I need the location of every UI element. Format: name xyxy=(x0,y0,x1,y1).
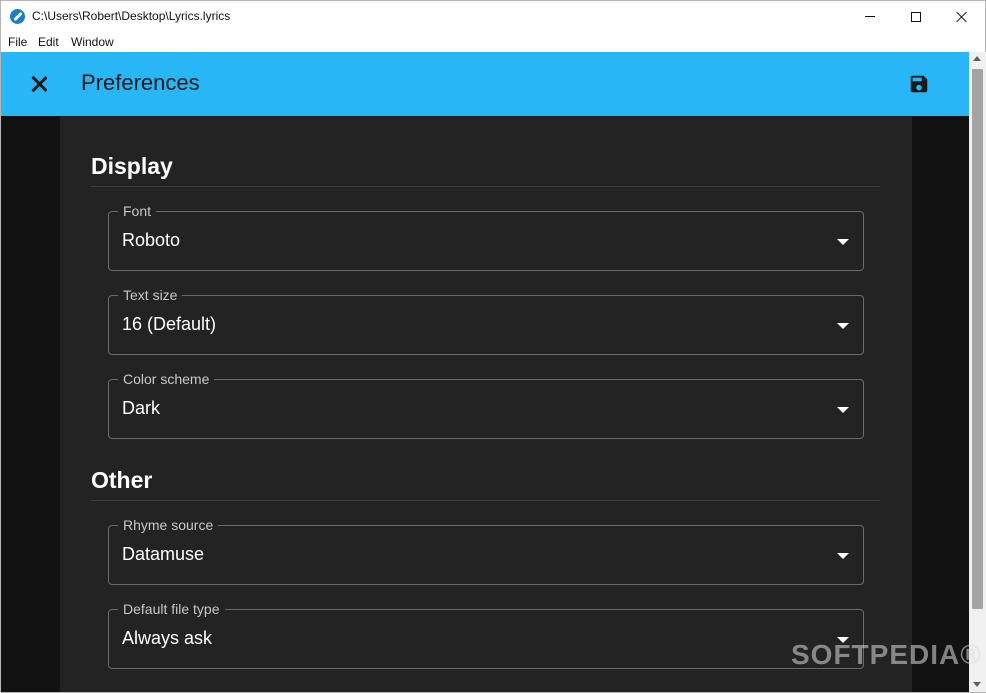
field-label: Default file type xyxy=(118,601,225,617)
menu-file[interactable]: File xyxy=(8,35,27,49)
scroll-down-icon[interactable] xyxy=(973,682,981,687)
default-file-type-select[interactable]: Default file type Always ask xyxy=(108,601,864,669)
divider xyxy=(91,500,880,501)
field-value: Always ask xyxy=(122,628,213,648)
minimize-button[interactable] xyxy=(847,1,893,32)
maximize-button[interactable] xyxy=(893,1,939,32)
font-select[interactable]: Font Roboto xyxy=(108,203,864,271)
softpedia-watermark: SOFTPEDIA® xyxy=(791,639,982,670)
vertical-scrollbar[interactable] xyxy=(969,52,986,692)
field-label: Text size xyxy=(118,287,183,303)
app-window: C:\Users\Robert\Desktop\Lyrics.lyrics Fi… xyxy=(0,0,986,693)
field-label: Color scheme xyxy=(118,371,215,387)
field-value: Roboto xyxy=(122,230,181,250)
dropdown-arrow-icon xyxy=(837,407,849,413)
close-preferences-button[interactable] xyxy=(23,68,55,100)
scroll-up-icon[interactable] xyxy=(973,56,981,61)
preferences-view: Preferences Display Font Roboto Text siz… xyxy=(1,52,969,692)
menu-window[interactable]: Window xyxy=(71,35,114,49)
dropdown-arrow-icon xyxy=(837,323,849,329)
field-value: 16 (Default) xyxy=(122,314,217,334)
dropdown-arrow-icon xyxy=(837,553,849,559)
close-icon xyxy=(956,11,968,23)
window-title: C:\Users\Robert\Desktop\Lyrics.lyrics xyxy=(32,9,231,23)
section-title-display: Display xyxy=(91,153,173,179)
page-title: Preferences xyxy=(81,70,200,95)
field-value: Dark xyxy=(122,398,161,418)
field-label: Rhyme source xyxy=(118,517,219,533)
field-value: Datamuse xyxy=(122,544,205,564)
field-label: Font xyxy=(118,203,157,219)
menu-edit[interactable]: Edit xyxy=(38,35,59,49)
color-scheme-select[interactable]: Color scheme Dark xyxy=(108,371,864,439)
title-bar: C:\Users\Robert\Desktop\Lyrics.lyrics xyxy=(1,1,985,32)
app-bar: Preferences xyxy=(1,52,969,116)
settings-panel: Display Font Roboto Text size 16 (Defaul… xyxy=(60,116,912,692)
text-size-select[interactable]: Text size 16 (Default) xyxy=(108,287,864,355)
menu-bar: File Edit Window xyxy=(1,32,985,52)
rhyme-source-select[interactable]: Rhyme source Datamuse xyxy=(108,517,864,585)
save-icon[interactable] xyxy=(908,73,930,95)
section-title-other: Other xyxy=(91,467,153,493)
minimize-icon xyxy=(865,16,875,17)
scroll-thumb[interactable] xyxy=(972,69,983,609)
close-window-button[interactable] xyxy=(939,1,985,32)
divider xyxy=(91,186,880,187)
dropdown-arrow-icon xyxy=(837,239,849,245)
maximize-icon xyxy=(911,11,921,22)
app-icon xyxy=(10,9,25,24)
